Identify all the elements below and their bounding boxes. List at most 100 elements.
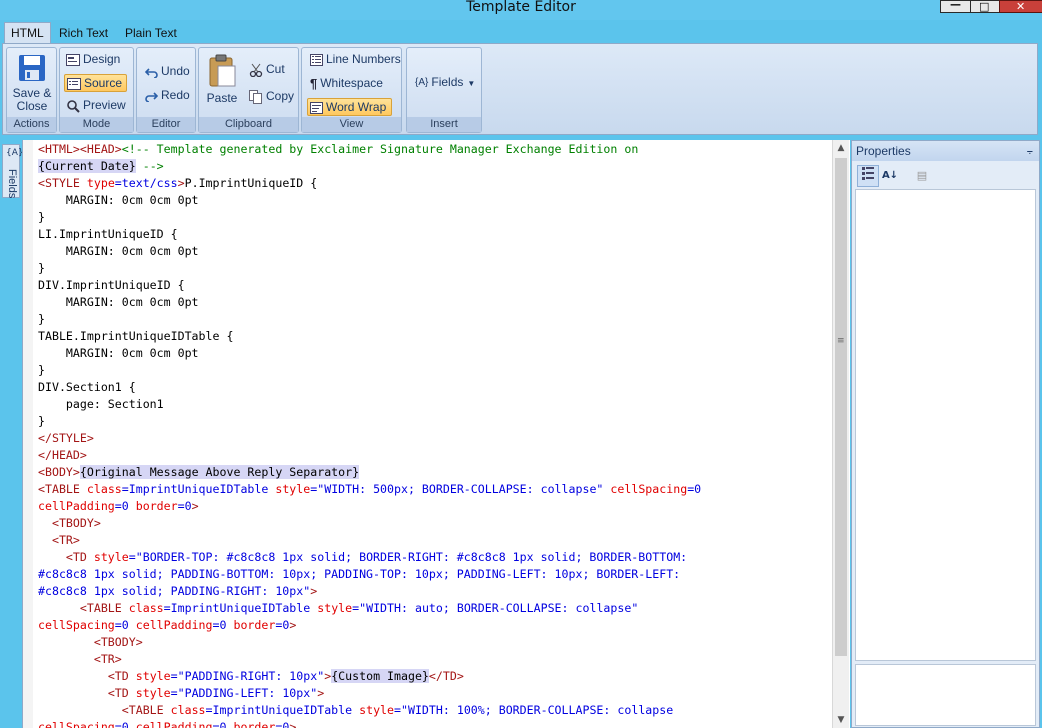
- cut-button[interactable]: Cut: [249, 62, 285, 77]
- code-token: <STYLE: [38, 176, 87, 190]
- source-editor[interactable]: <HTML><HEAD><!-- Template generated by E…: [22, 140, 850, 728]
- code-line: MARGIN: 0cm 0cm 0pt: [38, 345, 838, 362]
- code-line: <BODY>{Original Message Above Reply Sepa…: [38, 464, 838, 481]
- code-token: }: [38, 363, 45, 377]
- code-token: -->: [135, 159, 164, 173]
- code-line: DIV.ImprintUniqueID {: [38, 277, 838, 294]
- whitespace-label: Whitespace: [320, 76, 383, 90]
- code-token: }: [38, 210, 45, 224]
- pin-icon[interactable]: ⨪: [1027, 141, 1033, 161]
- code-token: >: [289, 618, 297, 632]
- editor-scrollbar[interactable]: ▲ ≡ ▼: [832, 140, 849, 728]
- line-numbers-label: Line Numbers: [326, 52, 401, 66]
- close-button[interactable]: ✕: [999, 0, 1042, 13]
- code-token: style: [359, 703, 395, 717]
- code-token: class: [86, 482, 122, 496]
- save-close-button[interactable]: Save & Close: [10, 51, 54, 115]
- code-token: =0: [212, 618, 234, 632]
- format-tabs: HTML Rich Text Plain Text: [0, 20, 1042, 44]
- code-token: ="PADDING-LEFT: 10px": [170, 686, 318, 700]
- redo-button[interactable]: Redo: [145, 88, 190, 102]
- code-token: ="WIDTH: 500px; BORDER-COLLAPSE: collaps…: [310, 482, 611, 496]
- minimize-button[interactable]: —: [940, 0, 971, 13]
- copy-button[interactable]: Copy: [249, 89, 294, 104]
- code-line: MARGIN: 0cm 0cm 0pt: [38, 192, 838, 209]
- code-token: cellPadding: [135, 720, 213, 728]
- code-token: <TBODY>: [93, 635, 143, 649]
- fields-label: Fields: [431, 75, 464, 89]
- code-line: cellSpacing=0 cellPadding=0 border=0>: [38, 617, 838, 634]
- tab-plain-text[interactable]: Plain Text: [119, 23, 183, 43]
- preview-button[interactable]: Preview: [66, 98, 126, 113]
- code-token: TABLE.ImprintUniqueIDTable {: [38, 329, 234, 343]
- property-pages-icon[interactable]: ▤: [911, 165, 933, 187]
- redo-icon: [145, 92, 158, 102]
- code-line: <TBODY>: [38, 515, 838, 532]
- code-token: =0: [114, 618, 136, 632]
- group-caption-clipboard: Clipboard: [199, 117, 298, 132]
- design-button[interactable]: Design: [66, 52, 120, 66]
- code-line: </HEAD>: [38, 447, 838, 464]
- code-token: >: [310, 584, 318, 598]
- scroll-grip-icon: ≡: [837, 336, 845, 346]
- group-caption-editor: Editor: [137, 117, 195, 132]
- code-line: }: [38, 413, 838, 430]
- fields-button[interactable]: {A} Fields ▼: [415, 75, 475, 89]
- word-wrap-label: Word Wrap: [326, 100, 387, 114]
- code-line: </STYLE>: [38, 430, 838, 447]
- maximize-button[interactable]: □: [970, 0, 1000, 13]
- code-token: cellPadding: [38, 499, 115, 513]
- code-token: }: [38, 414, 45, 428]
- whitespace-button[interactable]: ¶ Whitespace: [310, 76, 383, 91]
- source-button[interactable]: Source: [64, 74, 128, 92]
- group-view: Line Numbers ¶ Whitespace Word Wrap View: [301, 47, 402, 133]
- field-token: {Custom Image}: [331, 669, 429, 683]
- preview-label: Preview: [83, 98, 126, 112]
- tab-rich-text[interactable]: Rich Text: [53, 23, 114, 43]
- fields-side-tab[interactable]: {A} Fields: [2, 144, 24, 198]
- maximize-icon: □: [979, 0, 990, 13]
- properties-pane: Properties ⨪ A↓ ▤: [851, 140, 1040, 728]
- source-icon: [67, 77, 81, 90]
- fields-icon: {A}: [415, 77, 429, 89]
- code-token: <HEAD>: [79, 142, 122, 156]
- code-token: DIV.ImprintUniqueID {: [38, 278, 185, 292]
- sort-alphabetical-icon[interactable]: A↓: [879, 165, 901, 187]
- code-token: <TD: [107, 669, 136, 683]
- line-numbers-icon: [310, 53, 323, 66]
- code-line: <TABLE class=ImprintUniqueIDTable style=…: [38, 600, 838, 617]
- undo-button[interactable]: Undo: [145, 64, 190, 78]
- code-line: #c8c8c8 1px solid; PADDING-RIGHT: 10px">: [38, 583, 838, 600]
- code-text[interactable]: <HTML><HEAD><!-- Template generated by E…: [38, 141, 838, 728]
- code-line: <TD style="BORDER-TOP: #c8c8c8 1px solid…: [38, 549, 838, 566]
- code-token: DIV.Section1 {: [38, 380, 136, 394]
- scrollbar-thumb[interactable]: [835, 158, 847, 656]
- code-line: }: [38, 362, 838, 379]
- scroll-down-icon[interactable]: ▼: [833, 712, 849, 728]
- code-line: <HTML><HEAD><!-- Template generated by E…: [38, 141, 838, 158]
- property-grid[interactable]: [855, 189, 1036, 661]
- code-line: }: [38, 311, 838, 328]
- code-line: #c8c8c8 1px solid; PADDING-BOTTOM: 10px;…: [38, 566, 838, 583]
- paste-icon: [209, 54, 236, 87]
- tab-html[interactable]: HTML: [4, 22, 51, 44]
- group-clipboard: Paste Cut Copy Clipboard: [198, 47, 299, 133]
- code-token: =0: [114, 720, 136, 728]
- cut-label: Cut: [266, 62, 285, 76]
- categorized-icon[interactable]: [857, 165, 879, 187]
- code-token: style: [135, 669, 171, 683]
- line-numbers-button[interactable]: Line Numbers: [310, 52, 401, 66]
- code-token: =0: [687, 482, 702, 496]
- paste-button[interactable]: Paste: [203, 54, 241, 105]
- code-line: }: [38, 209, 838, 226]
- code-token: MARGIN: 0cm 0cm 0pt: [38, 346, 199, 360]
- scroll-up-icon[interactable]: ▲: [833, 140, 849, 156]
- code-token: cellPadding: [135, 618, 213, 632]
- group-editor: Undo Redo Editor: [136, 47, 196, 133]
- fields-side-icon: {A}: [6, 148, 24, 158]
- properties-title: Properties: [856, 144, 911, 158]
- word-wrap-button[interactable]: Word Wrap: [307, 98, 393, 116]
